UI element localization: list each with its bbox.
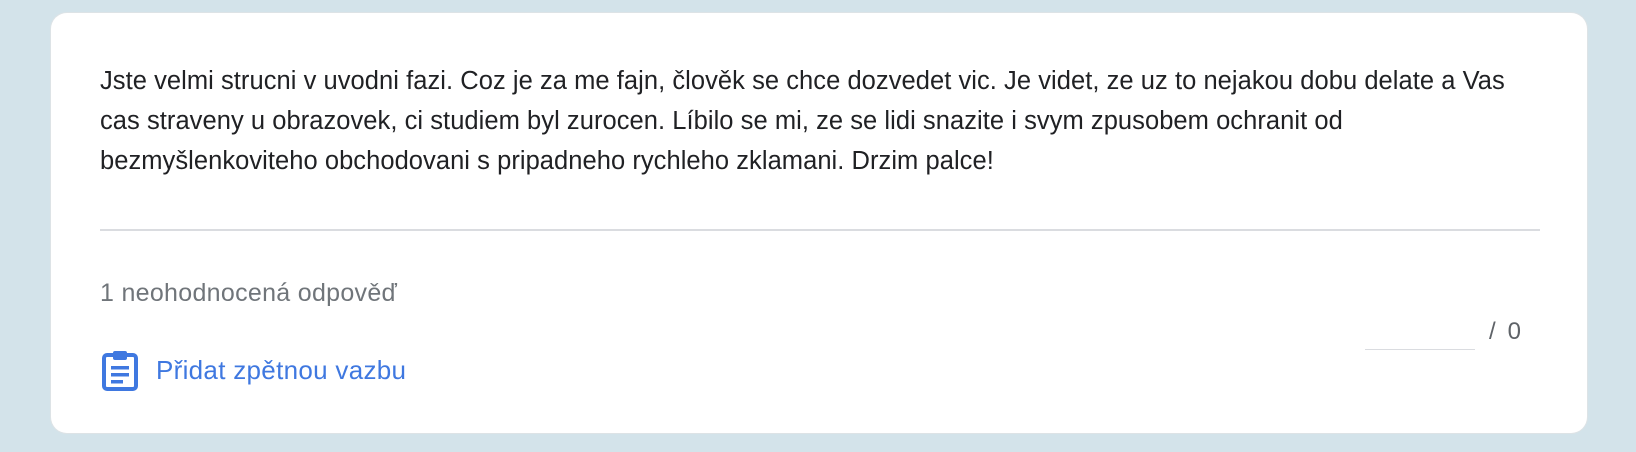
score-input[interactable] [1364, 313, 1475, 350]
score-separator: / [1488, 318, 1496, 345]
response-card: Jste velmi strucni v uvodni fazi. Coz je… [51, 13, 1587, 433]
divider [100, 229, 1540, 231]
ungraded-count: 1 neohodnocená odpověď [100, 279, 398, 307]
response-text: Jste velmi strucni v uvodni fazi. Coz je… [100, 67, 1505, 175]
clipboard-icon [102, 351, 138, 391]
add-feedback-label: Přidat zpětnou vazbu [156, 354, 407, 385]
add-feedback-button[interactable]: Přidat zpětnou vazbu [100, 343, 406, 397]
score-area: / 0 [1364, 313, 1521, 350]
score-max: 0 [1507, 318, 1521, 345]
